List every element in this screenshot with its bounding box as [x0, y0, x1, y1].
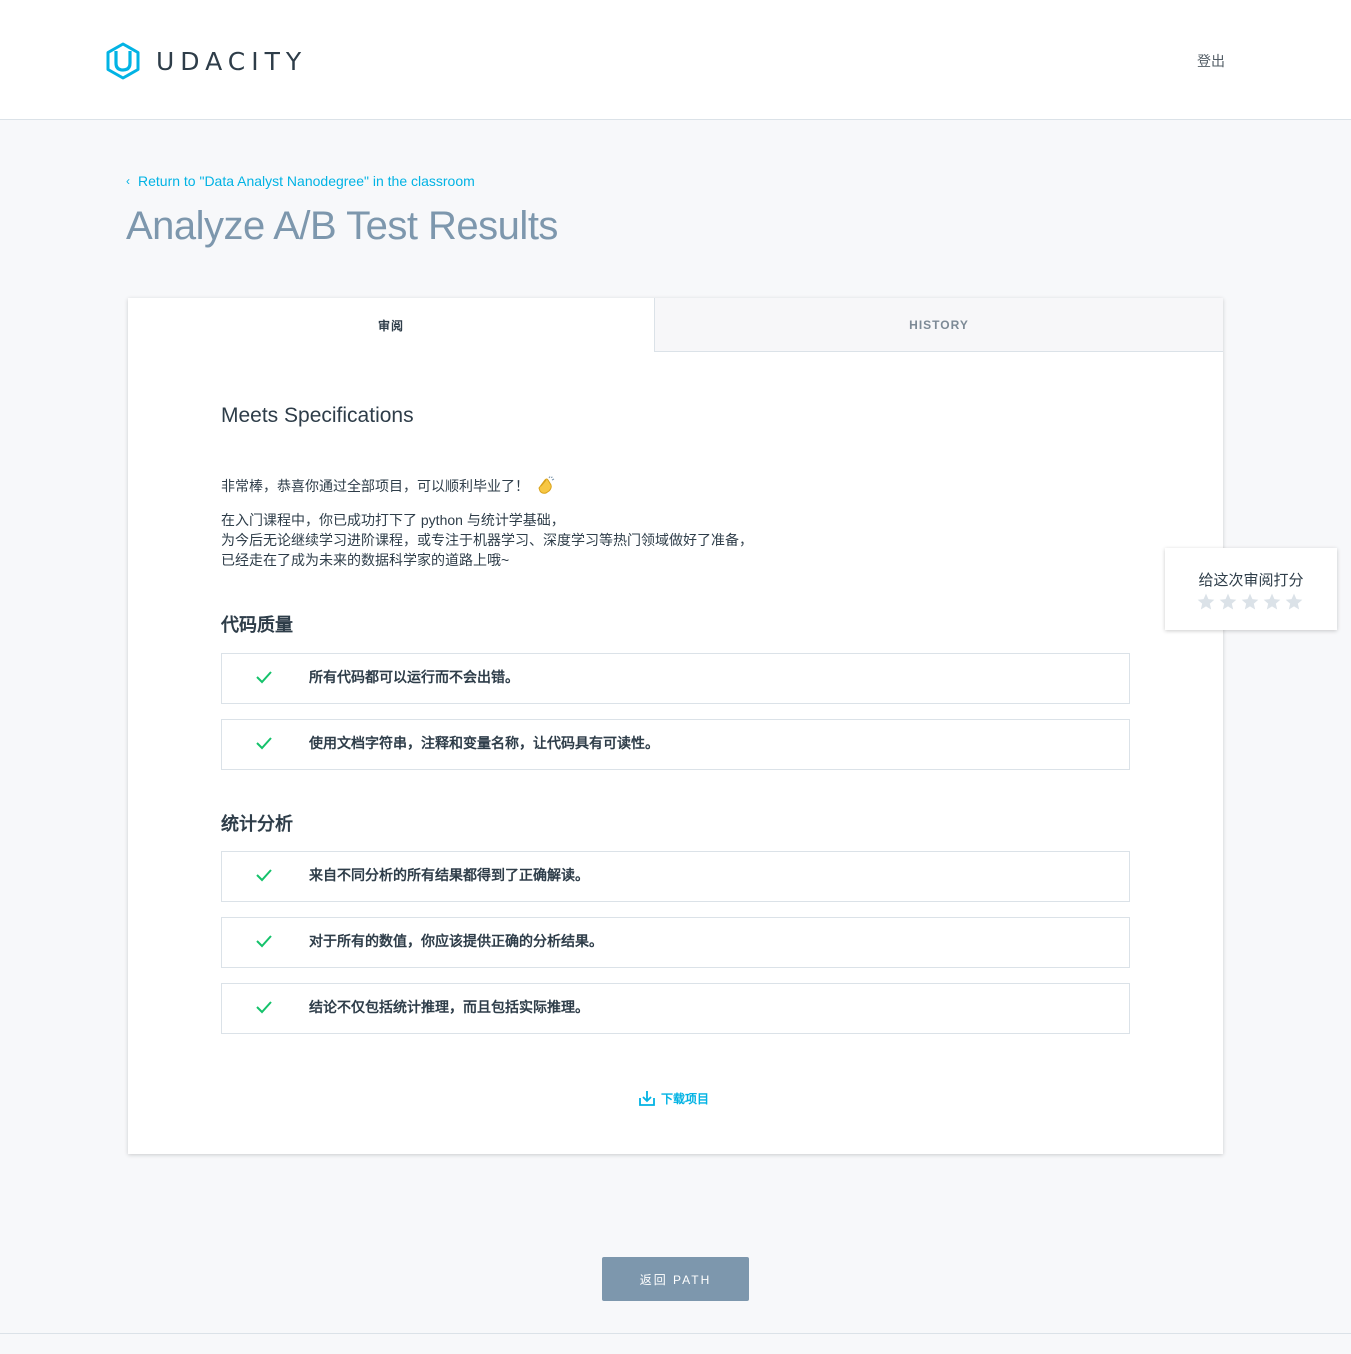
star-icon[interactable]	[1283, 592, 1305, 612]
message-line: 已经走在了成为未来的数据科学家的道路上哦~	[221, 552, 510, 568]
review-result-title: Meets Specifications	[221, 404, 414, 427]
udacity-logo-icon	[106, 42, 140, 80]
rubric-item-text: 所有代码都可以运行而不会出错。	[309, 669, 519, 685]
check-icon	[256, 1001, 272, 1014]
section-title-statistics: 统计分析	[221, 814, 293, 834]
download-project-link[interactable]: 下载项目	[637, 1088, 709, 1108]
back-to-classroom-link[interactable]: ‹ Return to "Data Analyst Nanodegree" in…	[126, 173, 475, 189]
logo-text: UDACITY	[156, 46, 308, 76]
congrats-text: 非常棒，恭喜你通过全部项目，可以顺利毕业了！	[221, 478, 529, 494]
check-icon	[256, 671, 272, 684]
star-icon[interactable]	[1217, 592, 1239, 612]
rubric-item: 对于所有的数值，你应该提供正确的分析结果。	[221, 917, 1130, 968]
check-icon	[256, 737, 272, 750]
rubric-item-text: 对于所有的数值，你应该提供正确的分析结果。	[309, 933, 603, 949]
star-icon[interactable]	[1239, 592, 1261, 612]
star-rating	[1195, 592, 1305, 612]
check-icon	[256, 869, 272, 882]
return-path-button[interactable]: 返回 PATH	[602, 1257, 749, 1301]
rubric-item-text: 使用文档字符串，注释和变量名称，让代码具有可读性。	[309, 735, 659, 751]
download-label: 下载项目	[661, 1091, 710, 1106]
tab-history[interactable]: HISTORY	[654, 298, 1223, 352]
rate-review-widget: 给这次审阅打分	[1165, 548, 1337, 630]
review-message: 在入门课程中，你已成功打下了 python 与统计学基础， 为今后无论继续学习进…	[221, 510, 753, 570]
udacity-logo[interactable]: UDACITY	[104, 42, 307, 80]
star-icon[interactable]	[1195, 592, 1217, 612]
review-card: 审阅 HISTORY Meets Specifications 非常棒，恭喜你通…	[128, 298, 1223, 1154]
rubric-item: 所有代码都可以运行而不会出错。	[221, 653, 1130, 704]
rate-review-label: 给这次审阅打分	[1198, 572, 1304, 589]
check-icon	[256, 935, 272, 948]
site-header: UDACITY 登出	[0, 0, 1351, 120]
tab-review[interactable]: 审阅	[128, 298, 654, 352]
star-icon[interactable]	[1261, 592, 1283, 612]
logout-link[interactable]: 登出	[1197, 51, 1225, 71]
review-tabs: 审阅 HISTORY	[128, 298, 1223, 352]
message-line: 为今后无论继续学习进阶课程，或专注于机器学习、深度学习等热门领域做好了准备，	[221, 532, 753, 548]
rubric-item: 使用文档字符串，注释和变量名称，让代码具有可读性。	[221, 719, 1130, 770]
rubric-item-text: 来自不同分析的所有结果都得到了正确解读。	[309, 867, 589, 883]
footer-divider	[0, 1333, 1351, 1334]
message-line: 在入门课程中，你已成功打下了 python 与统计学基础，	[221, 512, 565, 528]
clapping-hands-icon	[538, 476, 555, 494]
rubric-item: 结论不仅包括统计推理，而且包括实际推理。	[221, 983, 1130, 1034]
section-title-code-quality: 代码质量	[221, 615, 293, 635]
back-link-label: Return to "Data Analyst Nanodegree" in t…	[138, 173, 475, 189]
rubric-item-text: 结论不仅包括统计推理，而且包括实际推理。	[309, 999, 589, 1015]
congrats-message: 非常棒，恭喜你通过全部项目，可以顺利毕业了！	[221, 476, 555, 496]
rubric-item: 来自不同分析的所有结果都得到了正确解读。	[221, 851, 1130, 902]
page-title: Analyze A/B Test Results	[126, 204, 558, 248]
download-icon	[639, 1091, 655, 1106]
chevron-left-icon: ‹	[126, 174, 130, 188]
